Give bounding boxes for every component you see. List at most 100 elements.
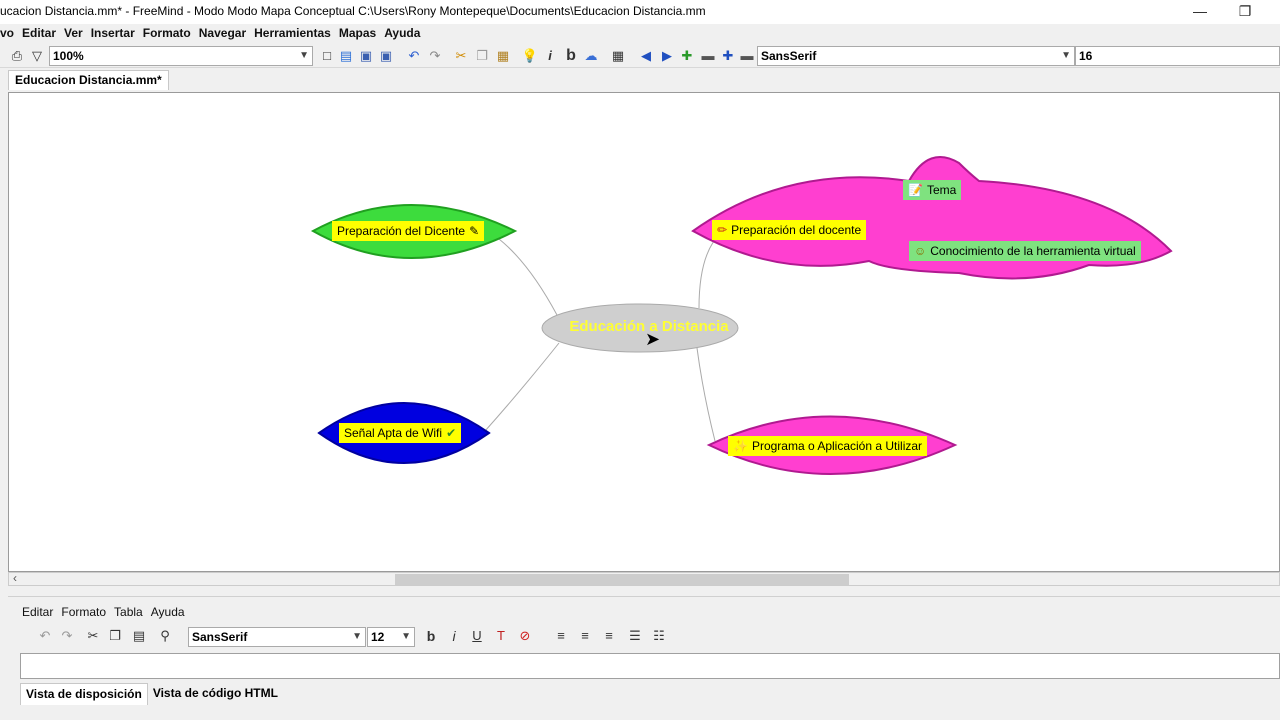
document-tabs: Educacion Distancia.mm* — [0, 68, 1280, 90]
cut-icon[interactable]: ✂ — [452, 47, 470, 65]
chevron-down-icon: ▼ — [401, 631, 411, 642]
menu-navegar[interactable]: Navegar — [199, 26, 246, 40]
tab-vista-codigo-html[interactable]: Vista de código HTML — [148, 683, 283, 705]
grid-icon[interactable]: ▦ — [609, 47, 627, 65]
numbered-list-icon[interactable]: ☷ — [650, 627, 668, 645]
open-icon[interactable]: ▤ — [337, 47, 355, 65]
align-left-icon[interactable]: ≡ — [552, 627, 570, 645]
pencil-icon: ✏ — [717, 223, 728, 237]
smiley-icon: ☺ — [914, 244, 927, 258]
redo-icon[interactable]: ↷ — [58, 627, 76, 645]
restore-button[interactable]: ❐ — [1233, 2, 1257, 20]
mindmap-canvas[interactable]: Educación a Distancia Preparación del Di… — [8, 92, 1280, 572]
editor-menu-formato[interactable]: Formato — [61, 605, 106, 619]
font-family-value: SansSerif — [761, 49, 817, 63]
scroll-left-icon[interactable]: ‹ — [13, 571, 17, 585]
paste-icon[interactable]: ▦ — [494, 47, 512, 65]
node-conocimiento[interactable]: ☺ Conocimiento de la herramienta virtual — [909, 241, 1141, 261]
node-label-text: Preparación del Dicente — [337, 224, 466, 238]
menu-editar[interactable]: Editar — [22, 26, 56, 40]
cut-icon[interactable]: ✂ — [84, 627, 102, 645]
idea-icon[interactable]: 💡 — [521, 47, 539, 65]
print-icon[interactable]: ⎙ — [8, 47, 26, 65]
undo-icon[interactable]: ↶ — [36, 627, 54, 645]
tab-vista-disposicion[interactable]: Vista de disposición — [20, 683, 148, 705]
editor-menu-ayuda[interactable]: Ayuda — [151, 605, 185, 619]
tab-educacion-distancia[interactable]: Educacion Distancia.mm* — [8, 70, 169, 90]
bold-button[interactable]: b — [422, 627, 440, 645]
font-size-value: 16 — [1079, 49, 1093, 63]
note-text-area[interactable] — [20, 653, 1280, 679]
pencil-icon: ✎ — [469, 224, 480, 238]
zoom-in-icon[interactable]: ✚ — [719, 47, 737, 65]
magic-wand-icon: ✨ — [733, 439, 748, 453]
font-size-select[interactable]: 16 — [1075, 46, 1280, 66]
node-label-text: Señal Apta de Wifi — [344, 426, 443, 440]
new-icon[interactable]: □ — [318, 47, 336, 65]
edge-dicente — [498, 238, 558, 316]
menu-herramientas[interactable]: Herramientas — [254, 26, 331, 40]
menu-formato[interactable]: Formato — [143, 26, 191, 40]
editor-menu-tabla[interactable]: Tabla — [114, 605, 143, 619]
redo-icon[interactable]: ↷ — [426, 47, 444, 65]
zoom-select[interactable]: 100% ▼ — [49, 46, 313, 66]
editor-view-tabs: Vista de disposición Vista de código HTM… — [20, 683, 283, 705]
zoom-value: 100% — [53, 49, 84, 63]
italic-button[interactable]: i — [445, 627, 463, 645]
undo-icon[interactable]: ↶ — [405, 47, 423, 65]
menu-ver[interactable]: Ver — [64, 26, 83, 40]
editor-menu-editar[interactable]: Editar — [22, 605, 53, 619]
save-icon[interactable]: ▣ — [357, 47, 375, 65]
menu-insertar[interactable]: Insertar — [91, 26, 135, 40]
text-color-icon[interactable]: T — [492, 627, 510, 645]
edge-wifi — [484, 342, 560, 432]
menu-mapas[interactable]: Mapas — [339, 26, 376, 40]
font-family-select[interactable]: SansSerif ▼ — [757, 46, 1075, 66]
node-prep-docente[interactable]: ✏ Preparación del docente — [712, 220, 867, 240]
align-right-icon[interactable]: ≡ — [600, 627, 618, 645]
editor-toolbar: ↶ ↷ ✂ ❐ ▤ ⚲ SansSerif ▼ 12 ▼ b i U T ⊘ ≡… — [22, 625, 1280, 649]
minimize-button[interactable]: — — [1188, 2, 1212, 20]
menu-ayuda[interactable]: Ayuda — [384, 26, 420, 40]
clear-format-icon[interactable]: ⊘ — [516, 627, 534, 645]
scrollbar-thumb[interactable] — [395, 574, 849, 585]
edge-programa — [696, 347, 716, 442]
remove-icon[interactable]: ▬ — [699, 47, 717, 65]
underline-button[interactable]: U — [468, 627, 486, 645]
editor-font-size-value: 12 — [371, 630, 385, 644]
filter-icon[interactable]: ▽ — [28, 47, 46, 65]
menu-archivo[interactable]: vo — [0, 26, 14, 40]
copy-icon[interactable]: ❐ — [106, 627, 124, 645]
save-as-icon[interactable]: ▣ — [377, 47, 395, 65]
editor-font-family-value: SansSerif — [192, 630, 248, 644]
node-programa[interactable]: ✨ Programa o Aplicación a Utilizar — [728, 436, 928, 456]
bullet-list-icon[interactable]: ☰ — [626, 627, 644, 645]
copy-icon[interactable]: ❐ — [473, 47, 491, 65]
menu-bar: vo Editar Ver Insertar Formato Navegar H… — [0, 24, 1280, 42]
node-tema[interactable]: 📝 Tema — [903, 180, 962, 200]
italic-icon[interactable]: i — [541, 47, 559, 65]
find-icon[interactable]: ⚲ — [156, 627, 174, 645]
note-editor: Editar Formato Tabla Ayuda ↶ ↷ ✂ ❐ ▤ ⚲ S… — [8, 596, 1280, 720]
node-label-text: Conocimiento de la herramienta virtual — [930, 244, 1136, 258]
mouse-cursor-icon: ➤ — [645, 329, 661, 349]
paste-icon[interactable]: ▤ — [130, 627, 148, 645]
node-prep-dicente[interactable]: Preparación del Dicente ✎ — [332, 221, 485, 241]
node-label-text: Tema — [926, 183, 957, 197]
horizontal-scrollbar[interactable]: ‹ — [8, 571, 1280, 586]
forward-icon[interactable]: ▶ — [658, 47, 676, 65]
main-toolbar: ⎙ ▽ 100% ▼ □ ▤ ▣ ▣ ↶ ↷ ✂ ❐ ▦ 💡 i b ☁ ▦ ◀… — [0, 44, 1280, 68]
bold-icon[interactable]: b — [562, 47, 580, 65]
title-bar: ucacion Distancia.mm* - FreeMind - Modo … — [0, 0, 1280, 24]
zoom-out-icon[interactable]: ▬ — [738, 47, 756, 65]
align-center-icon[interactable]: ≡ — [576, 627, 594, 645]
add-icon[interactable]: ✚ — [678, 47, 696, 65]
back-icon[interactable]: ◀ — [637, 47, 655, 65]
cloud-icon[interactable]: ☁ — [582, 47, 600, 65]
window-title: ucacion Distancia.mm* - FreeMind - Modo … — [0, 4, 706, 18]
chevron-down-icon: ▼ — [299, 50, 309, 61]
node-senal-wifi[interactable]: Señal Apta de Wifi ✔ — [339, 423, 462, 443]
chevron-down-icon: ▼ — [1061, 50, 1071, 61]
editor-font-family-select[interactable]: SansSerif ▼ — [188, 627, 366, 647]
editor-font-size-select[interactable]: 12 ▼ — [367, 627, 415, 647]
